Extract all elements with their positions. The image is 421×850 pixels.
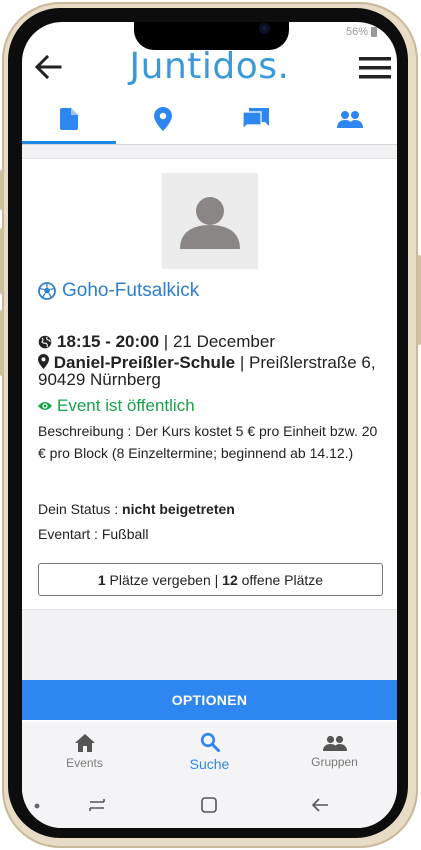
event-type: Eventart : Fußball xyxy=(38,526,149,542)
eye-icon xyxy=(38,402,52,410)
globe-clock-icon xyxy=(38,335,52,349)
event-visibility-text: Event ist öffentlich xyxy=(57,396,195,415)
type-value: Fußball xyxy=(101,526,149,542)
location-pin-icon xyxy=(153,107,172,131)
event-status: Dein Status : nicht beigetreten xyxy=(38,501,235,517)
home-icon xyxy=(74,734,95,752)
options-button[interactable]: OPTIONEN xyxy=(22,680,397,720)
recent-apps-icon[interactable] xyxy=(86,795,108,815)
battery-icon xyxy=(371,27,377,37)
event-time: 18:15 - 20:00 | 21 December xyxy=(38,332,275,352)
places-open-text: offene Plätze xyxy=(237,571,324,588)
soccer-ball-icon xyxy=(38,282,56,300)
tab-chat[interactable] xyxy=(210,94,304,144)
event-time-range: 18:15 - 20:00 xyxy=(57,332,160,351)
document-icon xyxy=(59,108,78,130)
type-label: Eventart : xyxy=(38,526,102,542)
places-taken-count: 1 xyxy=(97,571,106,588)
nav-label-groups: Gruppen xyxy=(311,755,358,769)
chat-icon xyxy=(243,108,270,130)
tab-details[interactable] xyxy=(22,94,116,144)
event-title-text: Goho-Futsalkick xyxy=(62,280,200,301)
status-bar: 56% xyxy=(22,22,397,50)
front-camera xyxy=(259,23,270,34)
status-value: nicht beigetreten xyxy=(122,501,235,517)
search-icon xyxy=(200,732,220,752)
user-placeholder-icon xyxy=(180,197,240,249)
phone-screen: 56% Juntidos. Goho-Futsalkick 18:15 - 20… xyxy=(22,22,397,828)
side-key xyxy=(417,255,421,345)
event-avatar xyxy=(162,173,258,269)
event-tabs xyxy=(22,94,397,144)
tab-members[interactable] xyxy=(303,94,397,144)
hamburger-menu-icon xyxy=(359,57,391,79)
power-button xyxy=(0,310,4,376)
map-marker-icon xyxy=(38,354,49,369)
nav-item-search[interactable]: Suche xyxy=(147,722,272,782)
volume-down-button xyxy=(0,228,4,294)
event-visibility: Event ist öffentlich xyxy=(38,396,195,416)
app-logo: Juntidos. xyxy=(129,46,290,87)
places-taken-text: Plätze vergeben | xyxy=(105,571,223,588)
nav-item-groups[interactable]: Gruppen xyxy=(272,722,397,782)
group-icon xyxy=(322,735,347,751)
battery-indicator: 56% xyxy=(346,26,377,38)
dot-icon xyxy=(34,803,40,809)
event-description: Beschreibung : Der Kurs kostet 5 € pro E… xyxy=(38,423,378,461)
event-location: Daniel-Preißler-Schule | Preißlerstraße … xyxy=(38,354,388,388)
places-summary: 1 Plätze vergeben | 12 offene Plätze xyxy=(38,563,383,596)
event-title: Goho-Futsalkick xyxy=(38,280,199,302)
bottom-navigation: Events Suche Gruppen xyxy=(22,722,397,782)
menu-button[interactable] xyxy=(358,54,392,82)
volume-button xyxy=(0,170,4,210)
battery-text: 56% xyxy=(345,26,368,38)
status-label: Dein Status : xyxy=(38,501,123,517)
people-icon xyxy=(337,111,364,128)
app-header: Juntidos. xyxy=(22,46,397,92)
nav-label-events: Events xyxy=(66,756,103,770)
places-open-count: 12 xyxy=(222,571,238,588)
system-back-icon[interactable] xyxy=(310,796,330,814)
nav-item-events[interactable]: Events xyxy=(22,722,147,782)
tab-location[interactable] xyxy=(116,94,210,144)
home-square-icon[interactable] xyxy=(200,796,218,814)
event-date: | 21 December xyxy=(159,332,275,351)
nav-label-search: Suche xyxy=(189,756,230,772)
system-navigation-bar xyxy=(22,782,397,828)
